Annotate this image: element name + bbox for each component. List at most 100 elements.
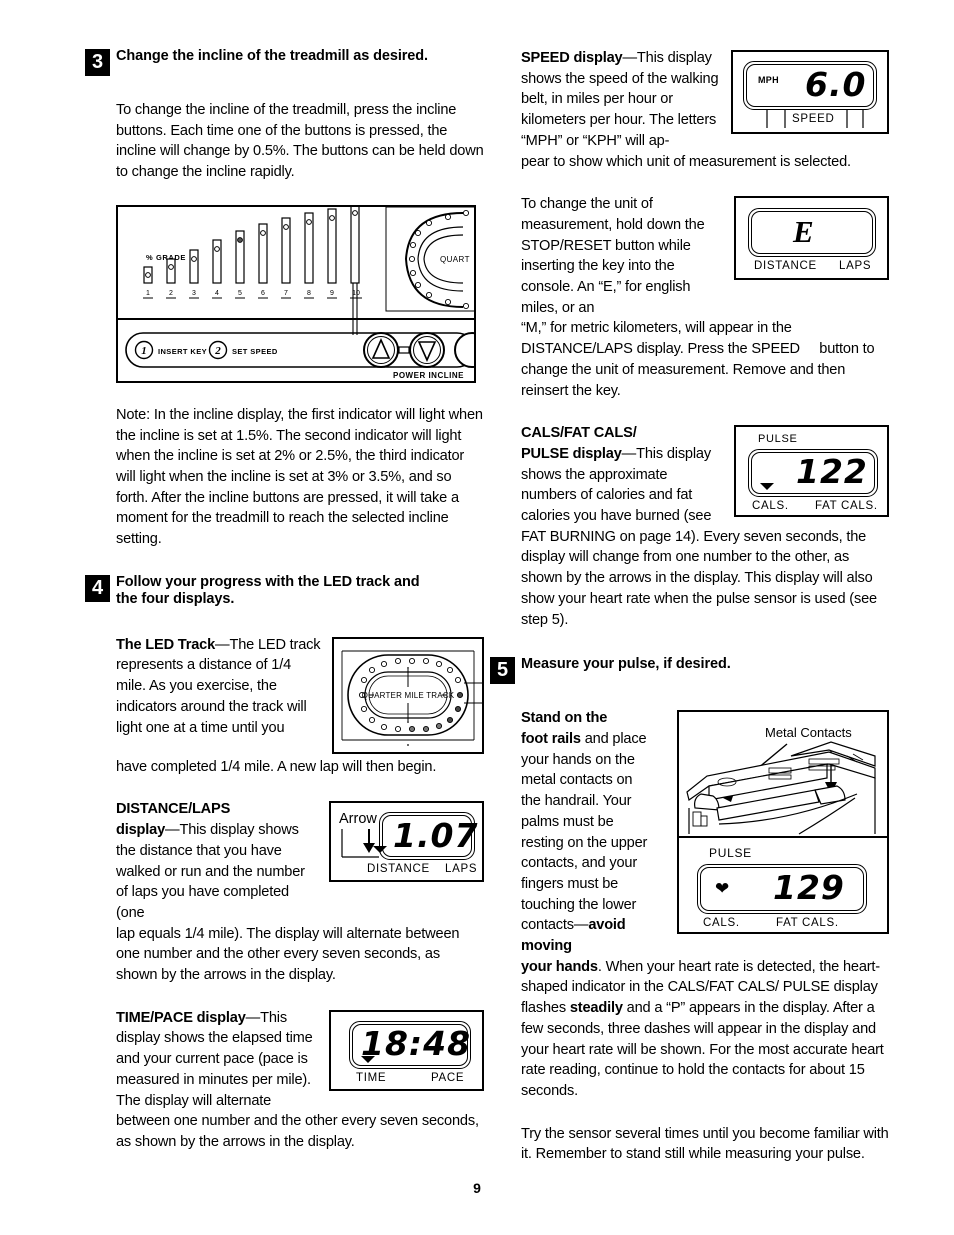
distance-label: DISTANCE: [367, 863, 430, 876]
svg-text:1: 1: [146, 290, 150, 297]
power-incline-label: POWER INCLINE: [393, 371, 464, 380]
svg-text:8: 8: [307, 290, 311, 297]
pulse-final-paragraph: Try the sensor several times until you b…: [521, 1125, 889, 1163]
unit-change-laps-label: LAPS: [839, 260, 872, 273]
step-3-number: 3: [85, 49, 110, 76]
speed-figure: MPH 6.0 SPEED: [731, 50, 889, 134]
unit-change-block: E DISTANCE LAPS To change the unit of me…: [521, 194, 889, 401]
fat-cals-label: FAT CALS.: [815, 500, 878, 513]
led-track-text-full: have completed 1/4 mile. A new lap will …: [116, 758, 437, 775]
console-track-label: QUART: [440, 255, 470, 264]
svg-text:3: 3: [192, 290, 196, 297]
led-track-figure: QUARTER MILE TRACK: [332, 636, 484, 754]
metal-contacts-svg: Metal Contacts: [679, 712, 887, 837]
quarter-mile-track-label: QUARTER MILE TRACK: [362, 691, 455, 700]
stand-on-line2: foot rails: [521, 730, 581, 747]
step-4-heading: 4 Follow your progress with the LED trac…: [85, 573, 484, 609]
cals-figure: PULSE 122 CALS. FAT CALS.: [734, 425, 889, 518]
speed-text: SPEED display—This display shows the spe…: [521, 48, 721, 152]
svg-text:% GRADE: % GRADE: [146, 253, 186, 262]
time-pace-heading: TIME/PACE display: [116, 1009, 246, 1026]
svg-text:9: 9: [330, 290, 334, 297]
right-column: MPH 6.0 SPEED SPEED display—This display…: [490, 48, 889, 1165]
pulse-text-body: and place your hands on the metal contac…: [521, 730, 648, 934]
pulse-display-figure: PULSE ❤ 129 CALS. FAT CALS.: [677, 838, 889, 935]
speed-unit-label: MPH: [758, 75, 779, 85]
svg-text:1: 1: [141, 345, 147, 357]
metal-contacts-figure: Metal Contacts: [677, 710, 889, 839]
steadily-bold: steadily: [569, 1000, 623, 1017]
step-4-title-line1: Follow your progress with the LED track …: [116, 573, 420, 590]
cals-block: PULSE 122 CALS. FAT CALS. CALS/FAT CALS/…: [521, 423, 889, 630]
cals-label: CALS.: [752, 500, 789, 513]
speed-text-full: pear to show which unit of measurement i…: [521, 153, 851, 170]
unit-change-figure: E DISTANCE LAPS: [734, 196, 889, 281]
pulse-top-label: PULSE: [709, 846, 752, 861]
pulse-block: Metal Contacts PULSE ❤ 129 CALS. FAT CAL…: [521, 708, 889, 1101]
svg-text:2: 2: [169, 290, 173, 297]
cals-dash: —: [621, 445, 637, 462]
led-track-block: QUARTER MILE TRACK The LED Track—The LED…: [116, 635, 484, 778]
arrow-callout-icon: [341, 829, 379, 859]
page-number: 9: [473, 1180, 481, 1196]
speed-label: SPEED: [792, 113, 835, 125]
manual-page: 3 Change the incline of the treadmill as…: [0, 0, 954, 1235]
arrow-callout-label: Arrow: [339, 811, 377, 828]
left-column: 3 Change the incline of the treadmill as…: [85, 48, 484, 1153]
time-pace-dash: —: [245, 1009, 261, 1026]
cals-text: CALS/FAT CALS/PULSE display—This display…: [521, 423, 724, 527]
pulse-value: 129: [773, 868, 845, 908]
step-3-paragraph: To change the incline of the treadmill, …: [116, 102, 484, 181]
metal-contacts-label: Metal Contacts: [765, 725, 852, 740]
speed-heading: SPEED display: [521, 50, 623, 66]
step-3-note: Note: In the incline display, the first …: [116, 406, 483, 548]
distance-laps-indicator-arrow: [373, 846, 387, 854]
stand-on-line1: Stand on the: [521, 710, 608, 727]
step-5-heading: 5 Measure your pulse, if desired.: [490, 656, 889, 686]
unit-change-text-wrap: To change the unit of measurement, hold …: [521, 196, 705, 316]
time-pace-text: TIME/PACE display—This display shows the…: [116, 1008, 319, 1112]
unit-change-distance-label: DISTANCE: [754, 260, 817, 273]
cals-pulse-top-label: PULSE: [758, 433, 798, 446]
step-3-heading: 3 Change the incline of the treadmill as…: [85, 48, 484, 78]
pace-label: PACE: [431, 1071, 465, 1084]
pulse-text-wrap: Stand on the foot rails and place your ha…: [521, 708, 651, 956]
step-4-number: 4: [85, 574, 110, 602]
step-4-title-line2: the four displays.: [116, 591, 235, 608]
unit-change-value: E: [793, 214, 815, 250]
svg-text:INSERT KEY: INSERT KEY: [158, 347, 207, 356]
time-pace-indicator-arrow: [361, 1055, 375, 1063]
cals-indicator-arrow: [760, 483, 774, 491]
distance-laps-block: 1.07 Arrow DISTANCE LAPS DISTANCE/LAPS di…: [116, 799, 484, 985]
time-pace-block: 18:48 TIME PACE TIME/PACE display—This d…: [116, 1008, 484, 1153]
time-pace-text-full: between one number and the other every s…: [116, 1113, 479, 1150]
speed-block: MPH 6.0 SPEED SPEED display—This display…: [521, 48, 889, 172]
led-track-dash: —: [215, 636, 230, 653]
distance-laps-heading-2: display: [116, 822, 166, 839]
heart-icon: ❤: [715, 879, 730, 899]
led-track-svg: QUARTER MILE TRACK: [334, 638, 482, 752]
console-diagram-svg: % GRADE 1 2 3 4 5 6 7 8 9 10 QUART 1 INS…: [118, 206, 474, 381]
laps-label: LAPS: [445, 863, 478, 876]
time-label: TIME: [356, 1071, 387, 1084]
your-hands-bold: your hands: [521, 958, 598, 975]
pulse-figures: Metal Contacts PULSE ❤ 129 CALS. FAT CAL…: [677, 710, 889, 935]
cals-heading-2: PULSE display: [521, 445, 622, 462]
step-5-title: Measure your pulse, if desired.: [521, 656, 731, 673]
step-5-number: 5: [490, 657, 515, 685]
svg-text:5: 5: [238, 290, 242, 297]
svg-text:2: 2: [214, 345, 221, 357]
distance-laps-text-full: lap equals 1/4 mile). The display will a…: [116, 925, 460, 984]
pulse-cals-label: CALS.: [703, 917, 740, 930]
console-diagram-figure: % GRADE 1 2 3 4 5 6 7 8 9 10 QUART 1 INS…: [116, 204, 476, 383]
step-3-title: Change the incline of the treadmill as d…: [116, 48, 428, 64]
distance-laps-value: 1.07: [393, 816, 479, 856]
time-pace-value: 18:48: [361, 1023, 472, 1063]
unit-change-text: To change the unit of measurement, hold …: [521, 194, 724, 318]
distance-laps-text: DISTANCE/LAPS display—This display shows …: [116, 799, 319, 923]
led-track-text: The LED Track—The LED track represents a…: [116, 635, 322, 739]
distance-laps-heading-1: DISTANCE/LAPS: [116, 801, 231, 818]
cals-text-full: FAT BURNING on page 14). Every seven sec…: [521, 528, 877, 628]
speed-value: 6.0: [805, 65, 867, 104]
svg-text:6: 6: [261, 290, 265, 297]
